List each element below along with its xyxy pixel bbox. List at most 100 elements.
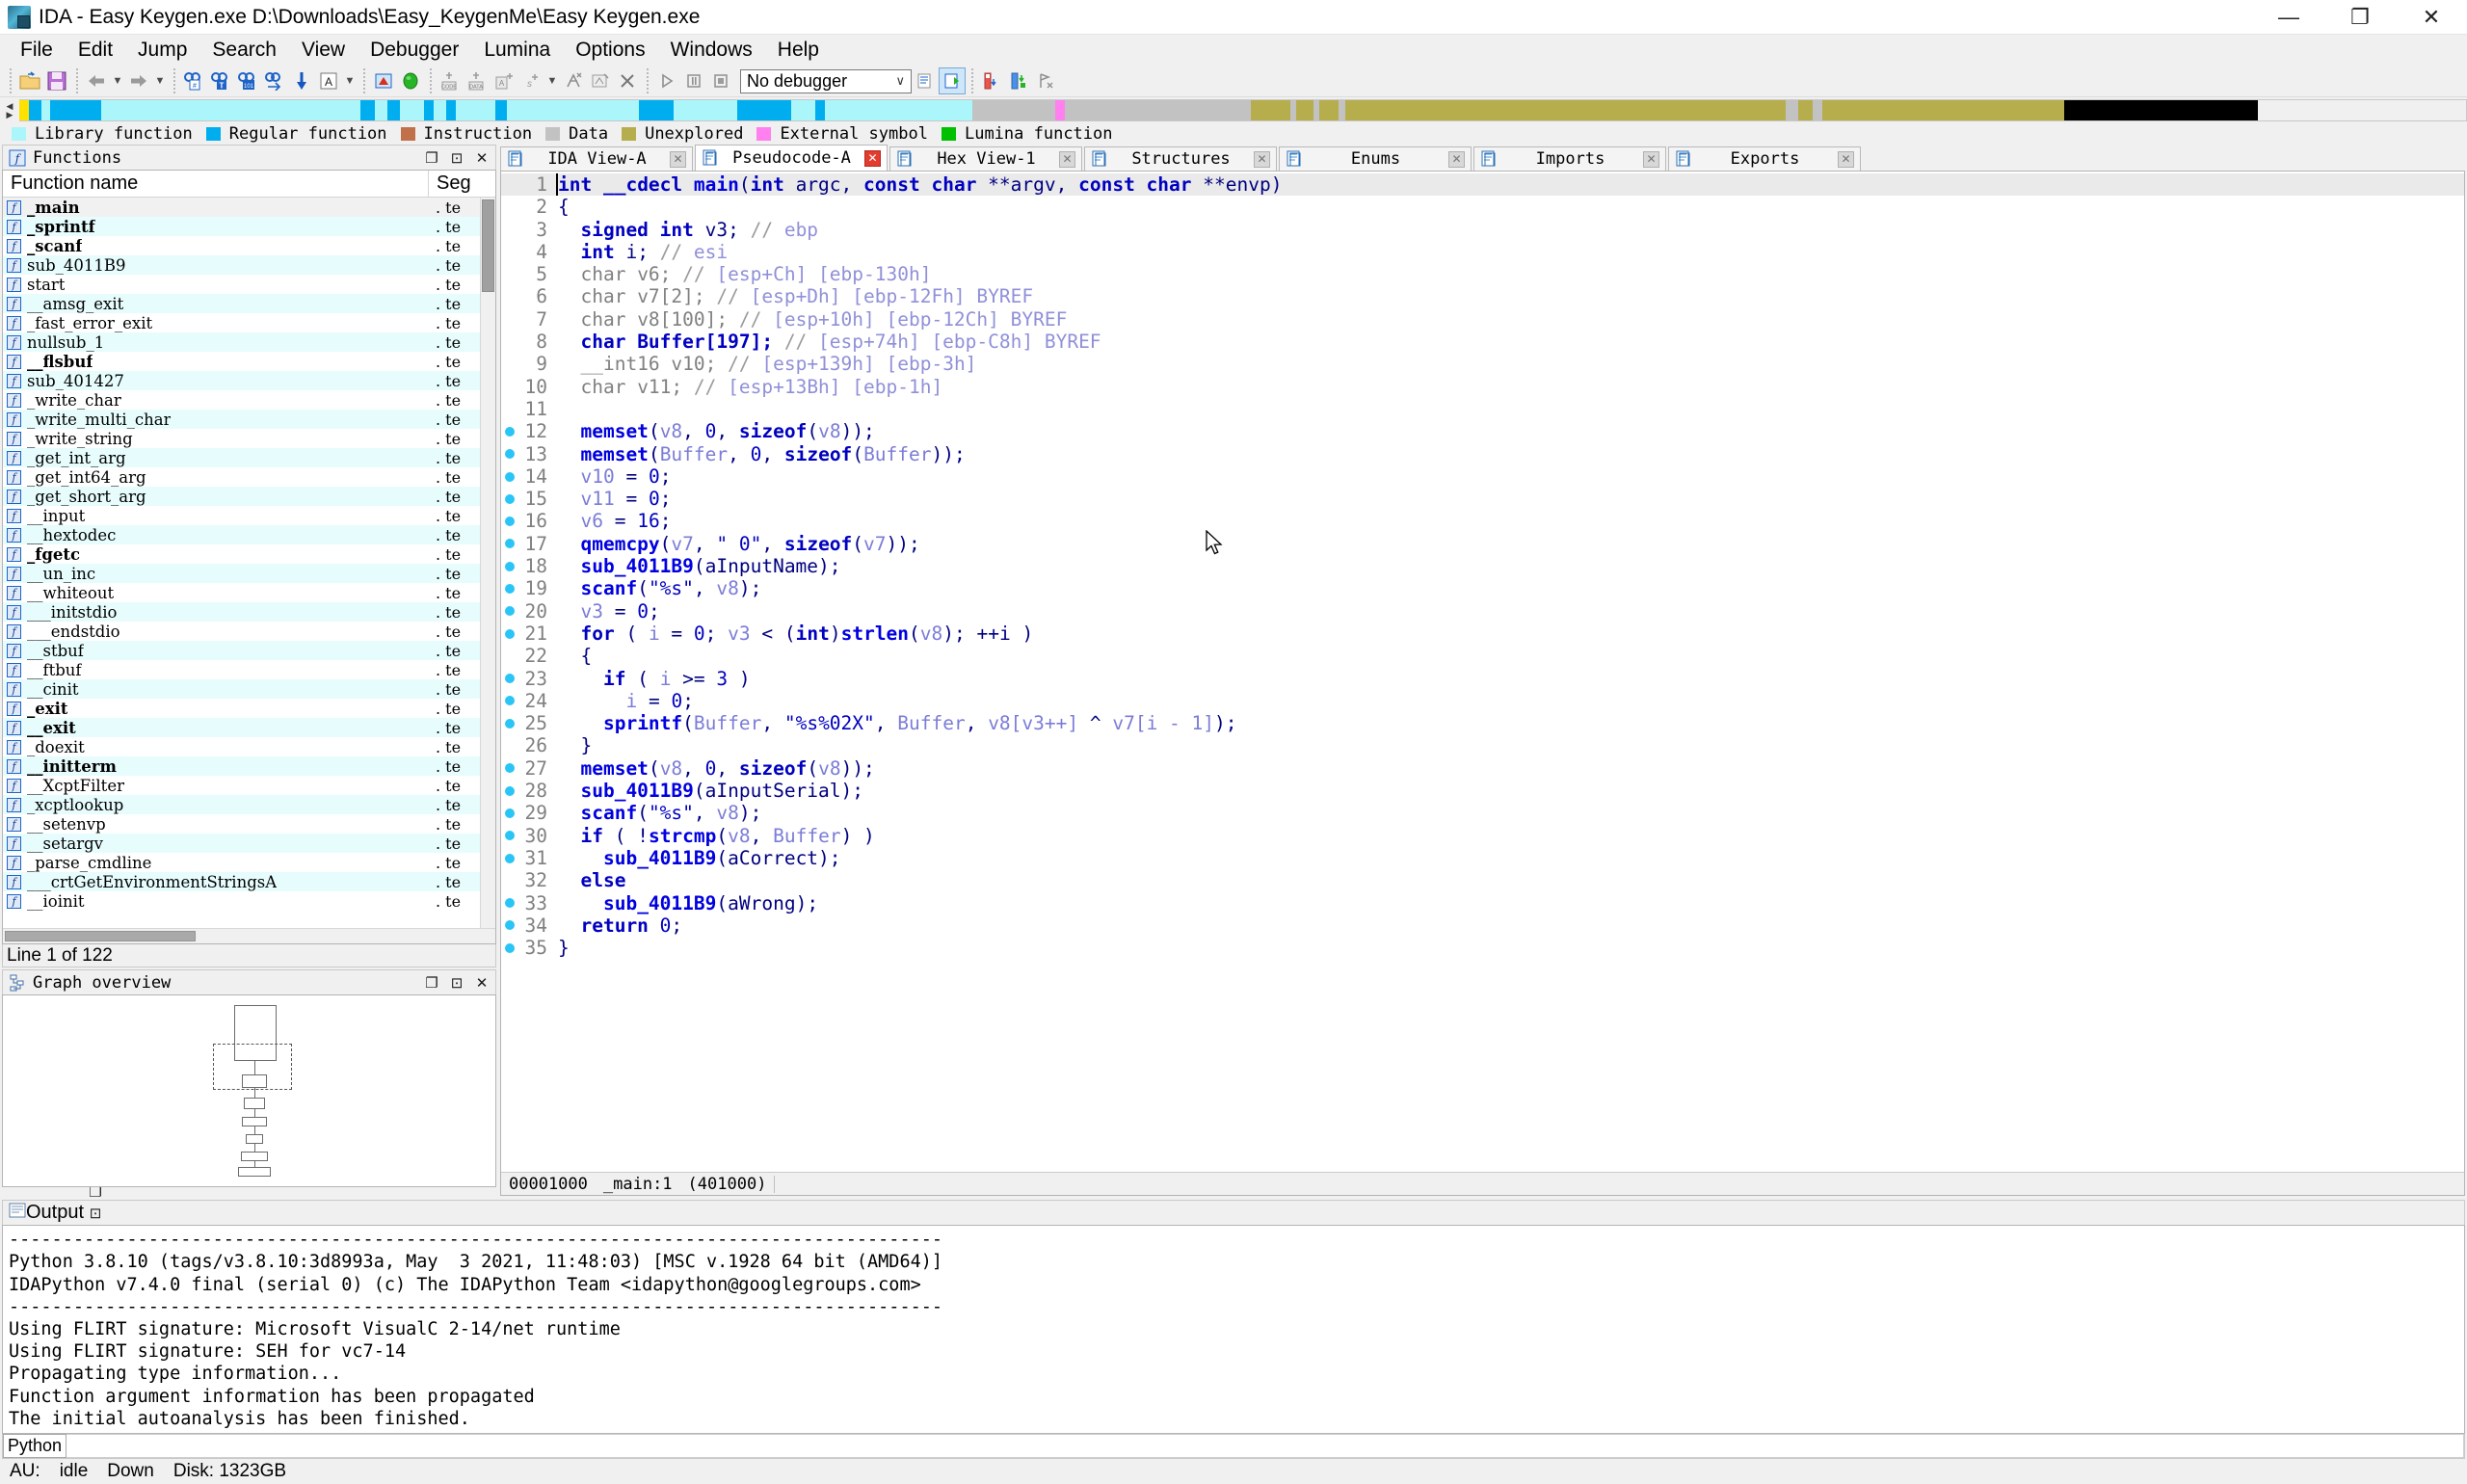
tab-close-icon[interactable]: ✕ xyxy=(670,150,686,168)
navband-right-arrow-icon[interactable]: ▶ xyxy=(7,110,13,119)
tab-close-icon[interactable]: ✕ xyxy=(1059,150,1075,168)
menu-edit[interactable]: Edit xyxy=(66,35,125,66)
table-row[interactable]: f __flsbuf. te xyxy=(3,352,495,371)
graph-overview-canvas[interactable] xyxy=(2,994,496,1188)
navband-segment[interactable] xyxy=(387,100,400,120)
navband-segment[interactable] xyxy=(1812,100,1822,120)
breakpoint-marker-icon[interactable] xyxy=(501,942,518,953)
code-line[interactable]: 4 int i; // esi xyxy=(501,241,2464,263)
table-row[interactable]: f _sprintf. te xyxy=(3,217,495,236)
cli-input[interactable] xyxy=(66,1434,2464,1458)
breakpoint-marker-icon[interactable] xyxy=(501,674,518,684)
table-row[interactable]: f _write_char. te xyxy=(3,390,495,410)
code-line[interactable]: 5 char v6; // [esp+Ch] [ebp-130h] xyxy=(501,263,2464,285)
breakpoint-marker-icon[interactable] xyxy=(501,831,518,841)
code-line[interactable]: 31 sub_4011B9(aCorrect); xyxy=(501,847,2464,869)
toolbar-grip-5[interactable] xyxy=(427,68,434,93)
breakpoint-marker-icon[interactable] xyxy=(501,696,518,706)
tab-close-icon[interactable]: ✕ xyxy=(1838,150,1854,168)
add-breakpoint-icon[interactable] xyxy=(939,67,966,94)
code-line[interactable]: 23 if ( i >= 3 ) xyxy=(501,668,2464,690)
tab-close-icon[interactable]: ✕ xyxy=(1448,150,1465,168)
close-icon[interactable]: ✕ xyxy=(470,147,493,169)
tab-imports[interactable]: Imports ✕ xyxy=(1473,146,1666,171)
table-row[interactable]: f _fgetc. te xyxy=(3,544,495,564)
font-dropdown-icon[interactable]: ▼ xyxy=(342,67,358,94)
navband-segment[interactable] xyxy=(1785,100,1798,120)
make-data-icon[interactable]: DATA xyxy=(464,67,491,94)
debugger-select[interactable]: No debugger ∨ xyxy=(740,68,912,93)
table-row[interactable]: f __whiteout. te xyxy=(3,583,495,602)
tab-hex-view-1[interactable]: Hex View-1 ✕ xyxy=(889,146,1082,171)
output-log[interactable]: ----------------------------------------… xyxy=(2,1225,2465,1434)
table-row[interactable]: f _main. te xyxy=(3,198,495,217)
tab-exports[interactable]: Exports ✕ xyxy=(1668,146,1861,171)
table-row[interactable]: f __ftbuf. te xyxy=(3,660,495,679)
debug-run-icon[interactable] xyxy=(653,67,680,94)
navband-segment[interactable] xyxy=(2064,100,2258,120)
breakpoint-marker-icon[interactable] xyxy=(501,471,518,482)
table-row[interactable]: f _doexit. te xyxy=(3,737,495,756)
tab-ida-view-a[interactable]: IDA View-A ✕ xyxy=(500,146,693,171)
table-row[interactable]: f start. te xyxy=(3,275,495,294)
make-function-icon[interactable] xyxy=(587,67,614,94)
toolbar-grip-7[interactable] xyxy=(968,68,975,93)
code-line[interactable]: 26 } xyxy=(501,734,2464,756)
menu-windows[interactable]: Windows xyxy=(658,35,765,66)
maximize-button[interactable]: ❐ xyxy=(2324,0,2396,35)
minimize-button[interactable]: — xyxy=(2253,0,2324,35)
debug-pause-icon[interactable] xyxy=(680,67,707,94)
column-header-seg[interactable]: Seg xyxy=(428,171,495,197)
close-icon[interactable]: ✕ xyxy=(470,972,493,994)
navband-strip[interactable] xyxy=(19,99,2467,121)
functions-horizontal-scrollbar[interactable] xyxy=(3,928,495,944)
navband-arrows[interactable]: ◀ ▶ xyxy=(0,99,19,121)
save-file-icon[interactable] xyxy=(43,67,70,94)
navband-segment[interactable] xyxy=(971,100,1055,120)
functions-vertical-scrollbar[interactable] xyxy=(480,198,495,929)
nav-back-icon[interactable] xyxy=(83,67,110,94)
navband-segment[interactable] xyxy=(101,100,361,120)
pseudocode-lines[interactable]: 1 int __cdecl main(int argc, const char *… xyxy=(501,172,2464,959)
step-into-icon[interactable] xyxy=(978,67,1005,94)
navband-segment[interactable] xyxy=(29,100,41,120)
code-line[interactable]: 17 qmemcpy(v7, " 0", sizeof(v7)); xyxy=(501,533,2464,555)
nav-forward-dropdown-icon[interactable]: ▼ xyxy=(152,67,168,94)
table-row[interactable]: f sub_4011B9. te xyxy=(3,255,495,275)
debug-stop-icon[interactable] xyxy=(707,67,734,94)
table-row[interactable]: f __stbuf. te xyxy=(3,641,495,660)
code-line[interactable]: 28 sub_4011B9(aInputSerial); xyxy=(501,780,2464,802)
breakpoint-marker-icon[interactable] xyxy=(501,606,518,617)
font-icon[interactable]: A xyxy=(315,67,342,94)
breakpoint-list-icon[interactable] xyxy=(912,67,939,94)
restore-icon[interactable]: ❐ xyxy=(420,147,443,169)
navband-segment[interactable] xyxy=(639,100,674,120)
navband-segment[interactable] xyxy=(1797,100,1813,120)
table-row[interactable]: f __amsg_exit. te xyxy=(3,294,495,313)
code-line[interactable]: 29 scanf("%s", v8); xyxy=(501,802,2464,824)
code-line[interactable]: 30 if ( !strcmp(v8, Buffer) ) xyxy=(501,825,2464,847)
table-row[interactable]: f _scanf. te xyxy=(3,236,495,255)
toolbar-grip-6[interactable] xyxy=(644,68,650,93)
breakpoint-marker-icon[interactable] xyxy=(501,583,518,594)
make-struct-dropdown-icon[interactable]: ▼ xyxy=(544,67,560,94)
table-row[interactable]: f ___crtGetEnvironmentStringsA. te xyxy=(3,872,495,891)
tab-close-icon[interactable]: ✕ xyxy=(1643,150,1659,168)
menu-help[interactable]: Help xyxy=(765,35,832,66)
breakpoint-marker-icon[interactable] xyxy=(501,493,518,504)
table-row[interactable]: f _get_int_arg. te xyxy=(3,448,495,467)
graph-view-icon[interactable] xyxy=(370,67,397,94)
table-row[interactable]: f sub_401427. te xyxy=(3,371,495,390)
code-line[interactable]: 13 memset(Buffer, 0, sizeof(Buffer)); xyxy=(501,443,2464,465)
nav-back-dropdown-icon[interactable]: ▼ xyxy=(110,67,125,94)
toolbar-grip-2[interactable] xyxy=(73,68,80,93)
restore-icon[interactable]: ❐ xyxy=(420,972,443,994)
table-row[interactable]: f __exit. te xyxy=(3,718,495,737)
table-row[interactable]: f _get_int64_arg. te xyxy=(3,467,495,487)
table-row[interactable]: f __hextodec. te xyxy=(3,525,495,544)
navband-segment[interactable] xyxy=(1319,100,1340,120)
functions-list[interactable]: f _main. te f _sprintf. te f _scanf. te f sub_4… xyxy=(3,198,495,929)
code-line[interactable]: 16 v6 = 16; xyxy=(501,510,2464,532)
table-row[interactable]: f _xcptlookup. te xyxy=(3,795,495,814)
breakpoint-marker-icon[interactable] xyxy=(501,853,518,863)
